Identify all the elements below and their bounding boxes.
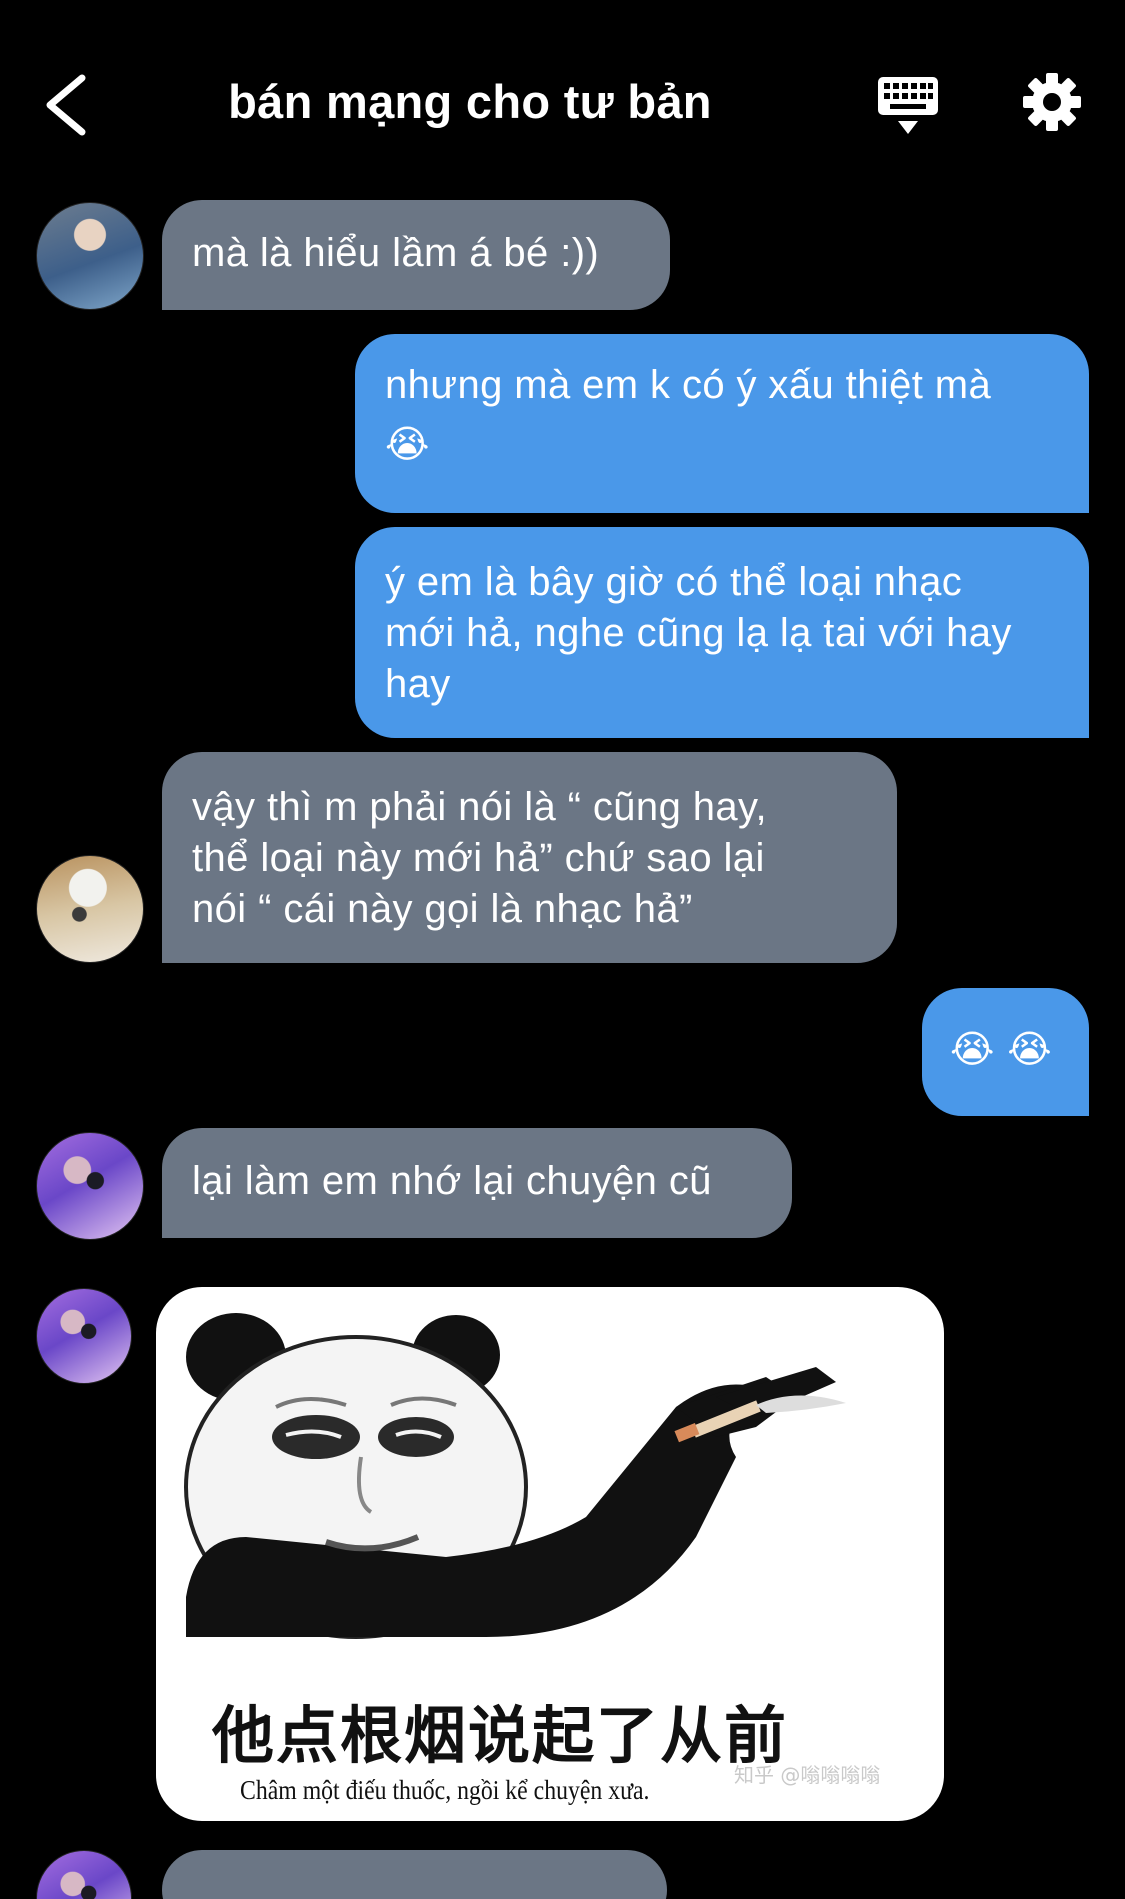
message-bubble-incoming[interactable]: mà là hiểu lầm á bé :)) xyxy=(162,200,670,310)
message-line: ý em là bây giờ có thể loại nhạc xyxy=(385,560,963,604)
keyboard-icon[interactable] xyxy=(876,74,940,138)
message-line: mới hả, nghe cũng lạ lạ tai với hay xyxy=(385,611,1012,655)
message-bubble-outgoing[interactable]: nhưng mà em k có ý xấu thiệt mà 😭 xyxy=(355,334,1089,513)
gear-icon[interactable] xyxy=(1022,72,1082,132)
message-text: nhưng mà em k có ý xấu thiệt mà xyxy=(385,363,992,407)
message-bubble-incoming[interactable]: vậy thì m phải nói là “ cũng hay, thể lo… xyxy=(162,752,897,963)
sticker-image[interactable]: 他点根烟说起了从前 Châm một điếu thuốc, ngồi kể c… xyxy=(156,1287,944,1821)
crying-emoji: 😭 xyxy=(385,422,430,466)
chat-title[interactable]: bán mạng cho tư bản xyxy=(140,74,800,129)
message-bubble-incoming[interactable] xyxy=(162,1850,667,1899)
message-bubble-outgoing[interactable]: ý em là bây giờ có thể loại nhạc mới hả,… xyxy=(355,527,1089,738)
avatar[interactable] xyxy=(36,855,144,963)
chat-screen: bán mạng cho tư bản mà là hiểu lầm á bé … xyxy=(0,0,1125,1899)
message-line: nói “ cái này gọi là nhạc hả” xyxy=(192,887,693,931)
avatar[interactable] xyxy=(36,1132,144,1240)
message-line: hay xyxy=(385,662,451,706)
message-bubble-incoming[interactable]: lại làm em nhớ lại chuyện cũ xyxy=(162,1128,792,1238)
message-line: thể loại này mới hả” chứ sao lại xyxy=(192,836,765,880)
avatar[interactable] xyxy=(36,1850,132,1899)
sticker-caption-vietnamese: Châm một điếu thuốc, ngồi kể chuyện xưa. xyxy=(240,1775,650,1805)
message-text: mà là hiểu lầm á bé :)) xyxy=(192,231,600,275)
sticker-watermark: 知乎 @嗡嗡嗡嗡 xyxy=(734,1763,881,1787)
message-line: vậy thì m phải nói là “ cũng hay, xyxy=(192,785,767,829)
message-text: lại làm em nhớ lại chuyện cũ xyxy=(192,1159,712,1203)
avatar[interactable] xyxy=(36,1288,132,1384)
back-arrow-icon[interactable] xyxy=(40,70,100,140)
avatar[interactable] xyxy=(36,202,144,310)
message-bubble-outgoing[interactable]: 😭 😭 xyxy=(922,988,1089,1116)
crying-emoji: 😭 😭 xyxy=(950,1027,1053,1071)
chat-header: bán mạng cho tư bản xyxy=(0,0,1125,200)
sticker-caption-chinese: 他点根烟说起了从前 xyxy=(212,1699,789,1772)
